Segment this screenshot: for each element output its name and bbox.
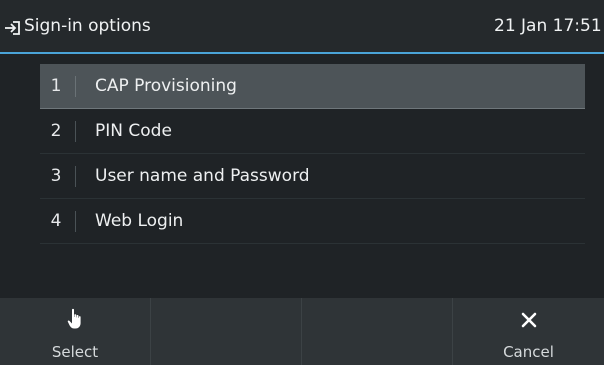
item-number: 2 (50, 121, 62, 141)
list-item-web-login[interactable]: 4 Web Login (40, 199, 585, 244)
sign-in-arrow-icon[interactable] (4, 19, 22, 37)
item-label: CAP Provisioning (95, 76, 237, 96)
item-label: Web Login (95, 211, 184, 231)
item-number: 1 (50, 76, 62, 96)
item-number: 4 (50, 211, 62, 231)
cancel-label: Cancel (503, 343, 554, 361)
list-item-username-password[interactable]: 3 User name and Password (40, 154, 585, 199)
page-title: Sign-in options (24, 16, 151, 36)
close-icon (453, 308, 604, 330)
item-separator (75, 211, 76, 232)
sign-in-options-list: 1 CAP Provisioning 2 PIN Code 3 User nam… (40, 64, 585, 244)
item-separator (75, 166, 76, 187)
list-item-cap-provisioning[interactable]: 1 CAP Provisioning (40, 64, 585, 109)
header-bar: Sign-in options 21 Jan 17:51 (0, 0, 604, 54)
softkey-bar: Select Cancel (0, 298, 604, 365)
item-label: User name and Password (95, 166, 310, 186)
date-time: 21 Jan 17:51 (494, 16, 602, 36)
item-separator (75, 121, 76, 142)
select-softkey[interactable]: Select (0, 298, 151, 365)
item-number: 3 (50, 166, 62, 186)
item-label: PIN Code (95, 121, 172, 141)
select-label: Select (51, 343, 99, 361)
hand-pointer-icon (0, 308, 150, 330)
list-item-pin-code[interactable]: 2 PIN Code (40, 109, 585, 154)
item-separator (75, 76, 76, 97)
softkey-2[interactable] (151, 298, 302, 365)
cancel-softkey[interactable]: Cancel (453, 298, 604, 365)
phone-screen: Sign-in options 21 Jan 17:51 1 CAP Provi… (0, 0, 604, 365)
softkey-3[interactable] (302, 298, 453, 365)
